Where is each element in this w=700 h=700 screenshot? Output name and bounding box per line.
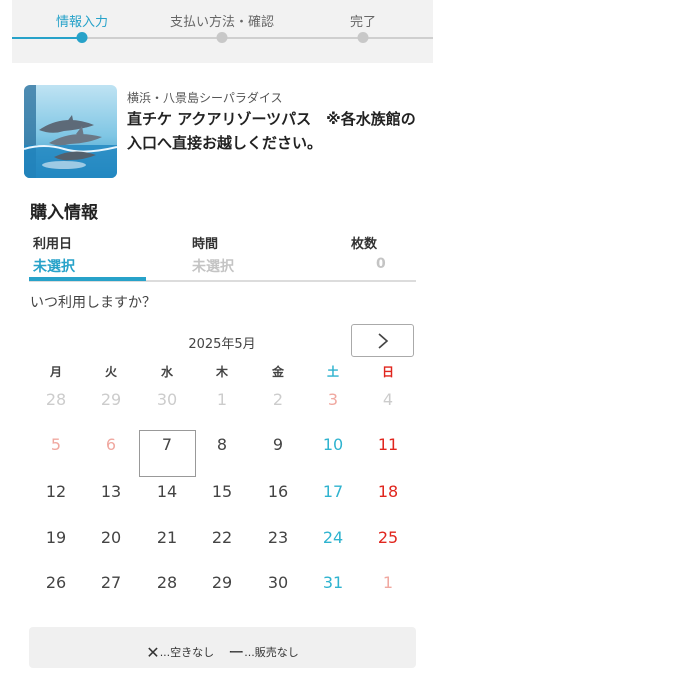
weekday-label: 木 xyxy=(215,365,228,379)
calendar-day[interactable]: 18 xyxy=(368,482,408,501)
calendar-day[interactable]: 26 xyxy=(36,573,76,592)
calendar-day[interactable]: 14 xyxy=(147,482,187,501)
calendar-day[interactable]: 22 xyxy=(202,528,242,547)
not-sold-symbol: ー xyxy=(228,643,245,662)
availability-legend: ✕...空きなし ー...販売なし xyxy=(29,627,416,668)
calendar-day[interactable]: 11 xyxy=(368,435,408,454)
tab-time-value[interactable]: 未選択 xyxy=(192,256,234,276)
calendar-day[interactable]: 13 xyxy=(91,482,131,501)
tab-date-value[interactable]: 未選択 xyxy=(33,256,75,276)
calendar-day[interactable]: 15 xyxy=(202,482,242,501)
calendar-day: 30 xyxy=(156,390,178,409)
calendar-day[interactable]: 3 xyxy=(313,390,353,409)
calendar-day[interactable]: 19 xyxy=(36,528,76,547)
calendar-day: 1 xyxy=(216,390,228,409)
calendar-day[interactable]: 25 xyxy=(368,528,408,547)
step-label-complete: 完了 xyxy=(349,15,377,30)
calendar-day[interactable]: 9 xyxy=(258,435,298,454)
quantity-column-label: 枚数 xyxy=(351,237,378,252)
calendar-day[interactable]: 17 xyxy=(313,482,353,501)
calendar-day[interactable]: 29 xyxy=(202,573,242,592)
dolphin-photo xyxy=(24,85,117,178)
step-dot-payment xyxy=(216,32,228,43)
calendar-day: 28 xyxy=(45,390,67,409)
weekday-label: 水 xyxy=(160,365,173,379)
not-sold-text: ...販売なし xyxy=(244,646,299,659)
progress-steps: 情報入力 支払い方法・確認 完了 xyxy=(12,0,433,63)
calendar-day[interactable]: 20 xyxy=(91,528,131,547)
calendar-day: 6 xyxy=(105,435,117,454)
product-title: 直チケ アクアリゾーツパス ※各水族館の入口へ直接お越しください。 xyxy=(127,110,416,152)
chevron-right-icon xyxy=(378,333,389,349)
step-dot-info xyxy=(76,32,88,43)
calendar-day: 1 xyxy=(382,573,394,592)
calendar-day[interactable]: 24 xyxy=(313,528,353,547)
calendar-day[interactable]: 28 xyxy=(147,573,187,592)
step-label-payment: 支払い方法・確認 xyxy=(169,15,275,30)
calendar-day[interactable]: 12 xyxy=(36,482,76,501)
weekday-label: 月 xyxy=(49,365,62,379)
step-label-info: 情報入力 xyxy=(55,15,109,30)
weekday-label: 日 xyxy=(381,365,394,379)
calendar-day[interactable]: 23 xyxy=(258,528,298,547)
calendar-day[interactable]: 31 xyxy=(313,573,353,592)
calendar-day[interactable]: 16 xyxy=(258,482,298,501)
date-question: いつ利用しますか？ xyxy=(30,295,156,311)
unavailable-text: ...空きなし xyxy=(159,646,215,659)
calendar-day[interactable]: 10 xyxy=(313,435,353,454)
product-venue: 横浜・八景島シーパラダイス xyxy=(127,91,283,105)
calendar-day: 2 xyxy=(272,390,284,409)
weekday-label: 火 xyxy=(104,365,117,379)
calendar-day[interactable]: 7 xyxy=(147,435,187,454)
calendar-day: 29 xyxy=(100,390,122,409)
calendar-day[interactable]: 21 xyxy=(147,528,187,547)
calendar-day[interactable]: 27 xyxy=(91,573,131,592)
purchase-section-title: 購入情報 xyxy=(30,203,98,223)
calendar-day[interactable]: 4 xyxy=(368,390,408,409)
tab-underline-active xyxy=(29,277,146,281)
date-column-label: 利用日 xyxy=(33,237,73,252)
calendar-day[interactable]: 30 xyxy=(258,573,298,592)
calendar-day: 5 xyxy=(50,435,62,454)
step-track-progress xyxy=(12,37,82,39)
weekday-label: 土 xyxy=(326,365,339,379)
weekday-label: 金 xyxy=(271,365,284,379)
unavailable-symbol: ✕ xyxy=(146,643,160,662)
next-month-button[interactable] xyxy=(351,324,414,357)
calendar-month-label: 2025年5月 xyxy=(188,337,256,352)
tab-quantity-value[interactable]: 0 xyxy=(376,256,386,272)
step-dot-complete xyxy=(357,32,369,43)
calendar-day[interactable]: 8 xyxy=(202,435,242,454)
time-column-label: 時間 xyxy=(192,237,219,252)
